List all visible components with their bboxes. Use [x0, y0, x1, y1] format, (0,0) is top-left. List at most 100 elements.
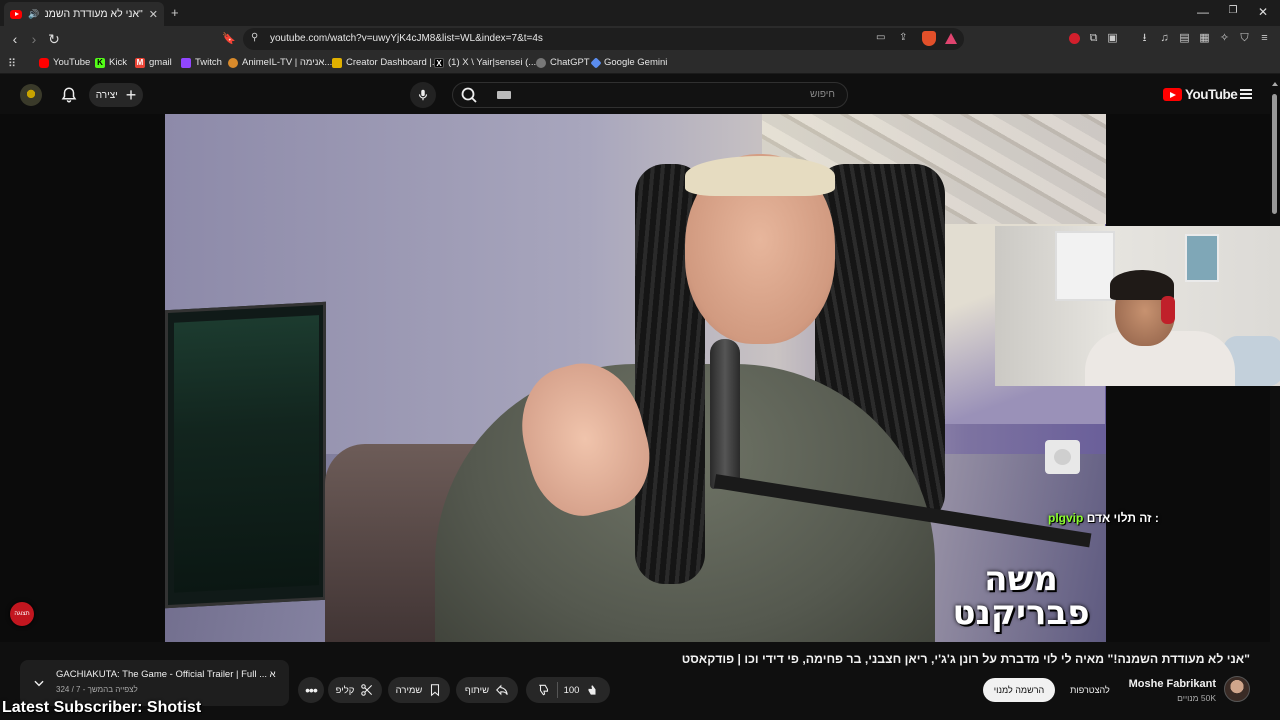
restore-button[interactable]: ❐: [1218, 5, 1248, 16]
back-button[interactable]: ‹: [5, 30, 25, 48]
bookmark-label: (1) X \ Yair|sensei (...: [448, 57, 537, 68]
bookmark-label: Google Gemini: [604, 57, 668, 68]
page-scrollbar[interactable]: [1270, 76, 1280, 720]
gmail-icon: M: [135, 57, 145, 68]
bookmark-x[interactable]: X (1) X \ Yair|sensei (...: [434, 57, 536, 68]
subscriber-count: 50K מנויים: [1177, 693, 1216, 703]
bookmark-chatgpt[interactable]: ChatGPT: [536, 57, 590, 68]
downloads-icon[interactable]: ⭳: [1138, 32, 1151, 45]
bookmark-label: gmail: [149, 57, 172, 68]
chevron-down-icon[interactable]: [32, 676, 46, 690]
new-tab-button[interactable]: +: [171, 5, 179, 20]
brave-shield-icon[interactable]: [922, 31, 936, 46]
latest-subscriber-overlay: Latest Subscriber: Shotist: [2, 699, 202, 716]
wallet-icon[interactable]: ▦: [1198, 32, 1211, 45]
forward-button[interactable]: ›: [24, 30, 44, 48]
channel-watermark: משה פבריקנט: [952, 559, 1090, 633]
video-player[interactable]: משה פבריקנט: [165, 114, 1106, 642]
chat-username: plgvip: [1048, 511, 1084, 525]
search-input[interactable]: חיפוש: [452, 82, 848, 108]
youtube-logo[interactable]: YouTube: [1163, 87, 1238, 102]
bookmark-gmail[interactable]: M gmail: [135, 57, 172, 68]
scissors-icon: [361, 684, 373, 696]
share-button[interactable]: שיתוף: [456, 677, 518, 703]
scrollbar-thumb[interactable]: [1272, 94, 1277, 214]
browser-tab[interactable]: 🔊 "אני לא מעודדת השמנה" מאיה ✕: [4, 2, 164, 26]
bookmark-twitch[interactable]: Twitch: [181, 57, 222, 68]
share-page-icon[interactable]: ⇪: [899, 32, 907, 43]
bookmark-page-icon[interactable]: 🔖: [219, 30, 239, 48]
more-dots-icon: •••: [305, 682, 318, 698]
bookmark-label: Creator Dashboard |...: [346, 57, 440, 68]
like-dislike-group: 100: [526, 677, 610, 703]
dislike-button[interactable]: [537, 683, 551, 697]
bookmark-label: Twitch: [195, 57, 222, 68]
browser-menu-icon[interactable]: ≡: [1258, 32, 1271, 45]
webcam-headset: [1161, 296, 1175, 324]
create-button[interactable]: יצירה +: [89, 83, 143, 107]
chatgpt-icon: [536, 57, 546, 68]
podcast-microphone: [710, 339, 740, 489]
scroll-up-arrow-icon[interactable]: [1272, 82, 1278, 86]
speaker-icon[interactable]: 🔊: [28, 9, 39, 20]
like-count: 100: [563, 684, 580, 696]
address-bar[interactable]: ⚲ youtube.com/watch?v=uwyYjK4cJM8&list=W…: [243, 28, 964, 50]
bookmark-creator-dashboard[interactable]: Creator Dashboard |...: [332, 57, 440, 68]
close-window-button[interactable]: ✕: [1248, 5, 1278, 19]
guide-menu-icon[interactable]: [1240, 89, 1252, 99]
guest-headband: [685, 156, 835, 196]
plus-icon: +: [125, 85, 137, 105]
bookmark-label: ChatGPT: [550, 57, 590, 68]
channel-name[interactable]: Moshe Fabrikant: [1110, 678, 1216, 690]
monitor-screen: [174, 315, 319, 593]
bookmark-label: AnimeIL-TV | אנימה...: [242, 57, 333, 68]
apps-grid-icon[interactable]: ⠿: [8, 57, 16, 70]
extension-box-icon[interactable]: ▣: [1106, 32, 1119, 45]
playlist-position: לצפייה בהמשך - 7 / 324: [56, 685, 138, 694]
brave-rewards-icon[interactable]: [945, 33, 957, 44]
search-icon[interactable]: [453, 83, 487, 107]
media-icon[interactable]: ♫: [1158, 32, 1171, 45]
channel-avatar[interactable]: [1224, 676, 1250, 702]
thumbs-down-icon: [538, 684, 548, 696]
site-info-icon[interactable]: ⚲: [251, 32, 258, 43]
voice-search-button[interactable]: [410, 82, 436, 108]
more-actions-button[interactable]: •••: [298, 677, 324, 703]
tab-close-icon[interactable]: ✕: [149, 8, 158, 21]
browser-tab-strip: 🔊 "אני לא מעודדת השמנה" מאיה ✕ + — ❐ ✕: [0, 0, 1280, 26]
x-icon: X: [434, 57, 444, 68]
stream-chat-message: plgvip זה תלוי אדם :: [1048, 511, 1159, 525]
save-button[interactable]: שמירה: [388, 677, 450, 703]
leo-ai-icon[interactable]: ✧: [1218, 32, 1231, 45]
webcam-window: [1055, 231, 1115, 301]
bookmark-youtube[interactable]: YouTube: [39, 57, 90, 68]
minimize-button[interactable]: —: [1188, 5, 1218, 19]
bookmark-icon: [431, 684, 440, 697]
join-button[interactable]: להצטרפות: [1064, 679, 1116, 701]
url-text: youtube.com/watch?v=uwyYjK4cJM8&list=WL&…: [270, 33, 543, 44]
pill-divider: [556, 682, 558, 698]
video-title: "אני לא מעודדת השמנה!" מאיה לי לוי מדברת…: [681, 652, 1250, 666]
browser-toolbar: ‹ › ↻ 🔖 ⚲ youtube.com/watch?v=uwyYjK4cJM…: [0, 26, 1280, 52]
extension-red-icon[interactable]: [1068, 32, 1081, 45]
keyboard-icon[interactable]: [497, 91, 511, 99]
bookmark-gemini[interactable]: Google Gemini: [590, 56, 668, 69]
bookmark-label: Kick: [109, 57, 127, 68]
vpn-shield-icon[interactable]: ⛉: [1238, 32, 1251, 45]
like-button[interactable]: [585, 683, 599, 697]
bookmark-kick[interactable]: K Kick: [95, 57, 127, 68]
clip-button[interactable]: קליפ: [328, 677, 382, 703]
cast-icon[interactable]: ▭: [876, 32, 885, 43]
account-avatar[interactable]: [20, 84, 42, 106]
notifications-bell-icon[interactable]: [60, 86, 78, 104]
bookmark-animeil[interactable]: AnimeIL-TV | אנימה...: [228, 57, 332, 68]
subscribe-button[interactable]: הרשמה למנוי: [983, 678, 1055, 702]
clip-label: קליפ: [335, 684, 355, 696]
extensions-puzzle-icon[interactable]: ⧉: [1087, 32, 1100, 45]
sidebar-toggle-icon[interactable]: ▤: [1178, 32, 1191, 45]
youtube-logo-text: YouTube: [1185, 87, 1238, 102]
creator-icon: [332, 57, 342, 68]
microphone-icon: [418, 89, 428, 101]
reload-button[interactable]: ↻: [44, 30, 64, 48]
youtube-favicon-icon: [10, 9, 22, 19]
